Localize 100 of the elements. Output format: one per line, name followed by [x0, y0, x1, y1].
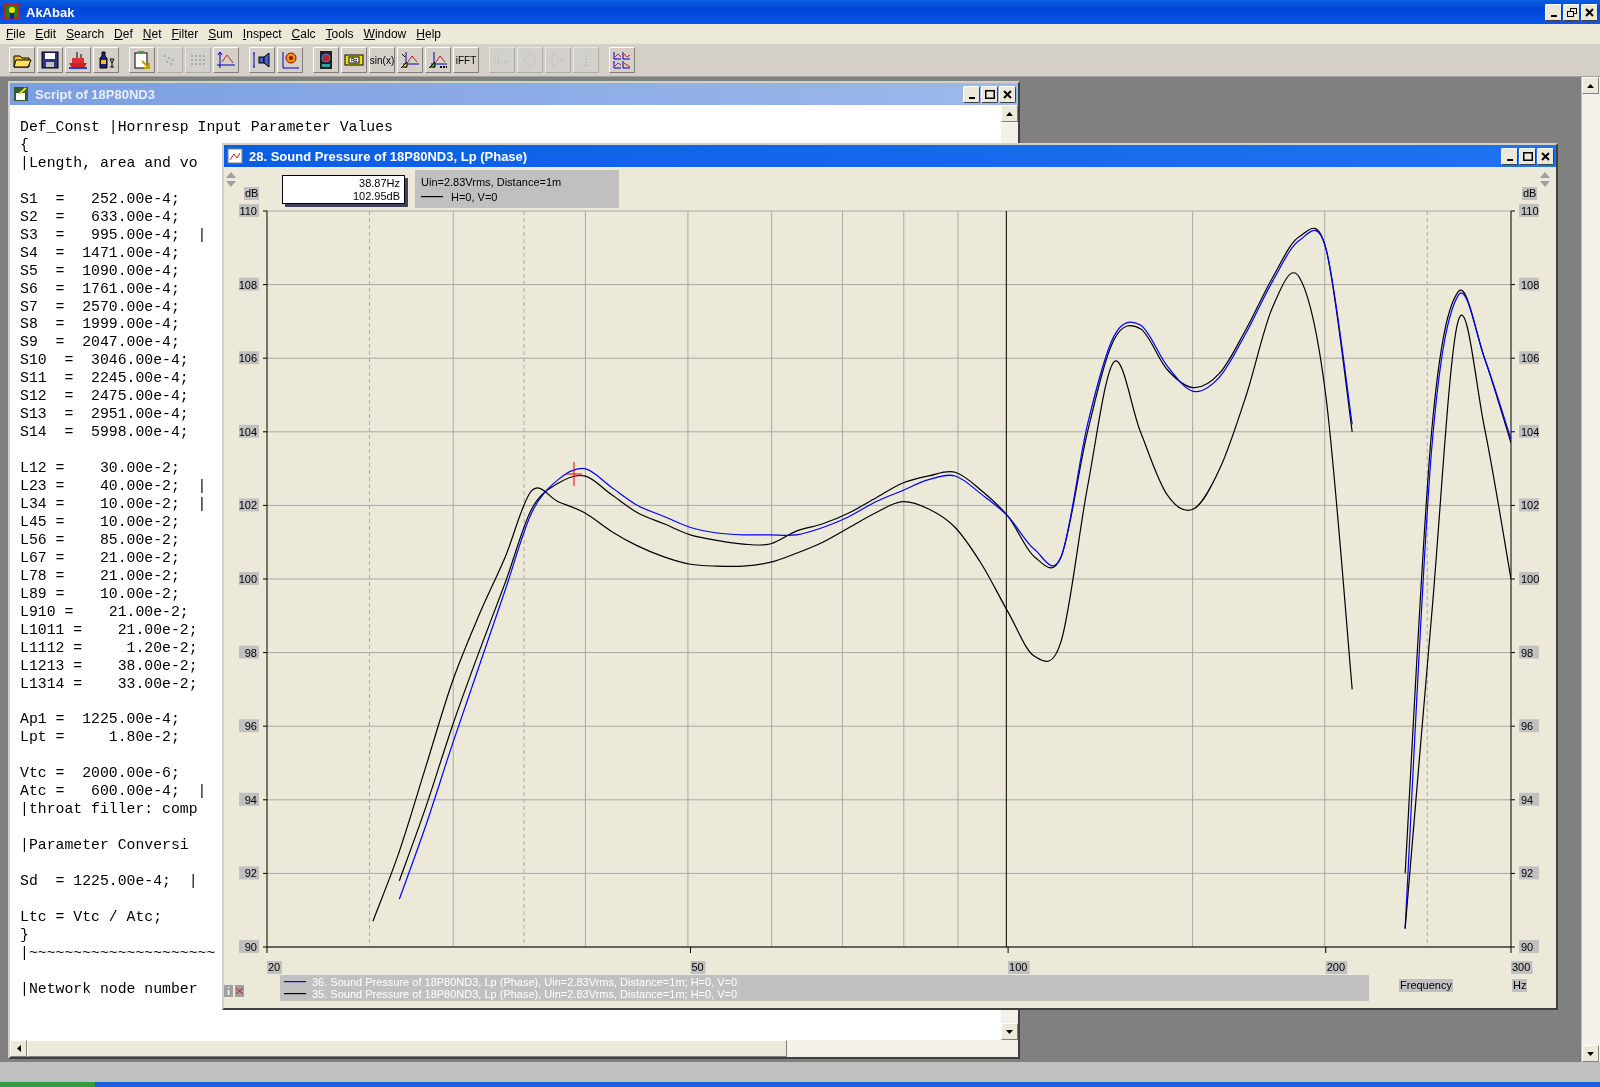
toolbar-button[interactable]: iFFT	[453, 47, 479, 73]
axis-unit: dB	[1522, 187, 1538, 200]
code-line: Lpt = 1.80e-2;	[20, 729, 180, 748]
axis-tick-label: 20	[267, 961, 282, 974]
toolbar-button[interactable]	[277, 47, 303, 73]
toolbar-button[interactable]	[397, 47, 423, 73]
code-line: Def_Const |Hornresp Input Parameter Values	[20, 119, 393, 137]
code-line: L1112 = 1.20e-2;	[20, 639, 198, 658]
minimize-button[interactable]	[963, 85, 980, 103]
code-line: L1314 = 33.00e-2;	[20, 675, 198, 694]
axis-tick-label: 98	[1519, 645, 1539, 659]
code-line: L23 = 40.00e-2; |	[20, 478, 207, 496]
axis-tick-label: 96	[1519, 719, 1539, 733]
menu-item[interactable]: Calc	[286, 25, 321, 43]
chart-arrow-icon	[428, 50, 448, 70]
scrollbar-thumb[interactable]	[27, 1040, 787, 1057]
restore-icon	[1566, 7, 1577, 17]
axis-tick-label: 100	[1519, 572, 1540, 585]
y-tick-label: 98	[244, 646, 257, 659]
y-tick-label: 92	[244, 867, 257, 880]
toolbar-button[interactable]	[37, 47, 63, 73]
start-button[interactable]	[0, 1082, 95, 1087]
toolbar-button[interactable]	[65, 47, 91, 73]
code-line: L89 = 10.00e-2;	[20, 585, 180, 604]
code-line: S6 = 1761.00e-4;	[20, 280, 180, 299]
code-line: |~~~~~~~~~~~~~~~~~~~~~	[20, 944, 216, 963]
legend-label: H=0, V=0	[451, 190, 498, 203]
maximize-button[interactable]	[981, 85, 998, 103]
restore-button[interactable]	[1563, 3, 1580, 21]
axis-title: Frequency	[1399, 979, 1453, 992]
code-line: S5 = 1090.00e-4;	[20, 262, 180, 281]
code-line: L78 = 21.00e-2;	[20, 567, 180, 586]
toolbar-button[interactable]: sin(x)	[369, 47, 395, 73]
axis-tick-label: 106	[238, 351, 259, 365]
toolbar-button[interactable]	[93, 47, 119, 73]
ship-icon	[68, 50, 88, 70]
code-line: L1213 = 38.00e-2;	[20, 657, 198, 676]
close-icon	[1003, 89, 1012, 99]
toolbar-button[interactable]	[313, 47, 339, 73]
code-line: S11 = 2245.00e-4;	[20, 370, 189, 389]
code-line: S10 = 3046.00e-4;	[20, 352, 189, 371]
window-title: Script of 18P80ND3	[35, 86, 156, 102]
axis-tick-label: 108	[1519, 277, 1540, 291]
toolbar-button[interactable]	[609, 47, 635, 73]
code-line: S9 = 2047.00e-4;	[20, 334, 180, 353]
minimize-button[interactable]	[1545, 3, 1562, 21]
menu-item[interactable]: Window	[358, 25, 412, 43]
maximize-button[interactable]	[1519, 147, 1536, 165]
close-icon	[1541, 151, 1550, 161]
info-icon[interactable]	[224, 985, 233, 997]
axis-tick-label: 102	[1519, 498, 1540, 512]
legend-label: 35. Sound Pressure of 18P80ND3, Lp (Phase), Uin=2.83Vrms, Distance=1m; H=0, V=0	[312, 988, 738, 1001]
menu-item[interactable]: Net	[137, 25, 167, 43]
minimize-button[interactable]	[1501, 147, 1518, 165]
chart-arrow-icon	[400, 50, 420, 70]
menu-item[interactable]: File	[1, 25, 31, 43]
close-button[interactable]	[1537, 147, 1554, 165]
axis-tick-label: 94	[239, 792, 259, 806]
menu-item[interactable]: Edit	[30, 25, 62, 43]
code-line: S3 = 995.00e-4; |	[20, 226, 207, 245]
scroll-down-button[interactable]	[1582, 1045, 1599, 1062]
code-line: }	[20, 926, 29, 945]
axis-tick-label: 90	[239, 940, 259, 953]
menu-item[interactable]: Sum	[203, 25, 238, 43]
info-text: Uin=2.83Vrms, Distance=1m	[421, 175, 563, 188]
code-line: S7 = 2570.00e-4;	[20, 298, 180, 317]
menu-item[interactable]: Inspect	[237, 25, 287, 43]
toolbar-button[interactable]	[9, 47, 35, 73]
code-line: L1011 = 21.00e-2;	[20, 621, 198, 640]
menu-item[interactable]: Tools	[320, 25, 359, 43]
menu-item[interactable]: Search	[61, 25, 110, 43]
script-icon	[13, 86, 29, 102]
scroll-up-button[interactable]	[1582, 77, 1599, 94]
code-line: S8 = 1999.00e-4;	[20, 316, 180, 335]
axis-tick-label: 110	[239, 204, 259, 217]
code-line: |Length, area and vo	[20, 154, 198, 173]
scroll-down-button[interactable]	[1001, 1023, 1018, 1040]
close-button[interactable]	[999, 85, 1016, 103]
menu-item[interactable]: Def	[109, 25, 138, 43]
menu-item[interactable]: Help	[411, 25, 446, 43]
code-line: {	[20, 136, 29, 155]
menu-item[interactable]: Filter	[166, 25, 204, 43]
scroll-up-button[interactable]	[1001, 105, 1018, 122]
maximize-icon	[984, 89, 995, 99]
toolbar-button[interactable]	[249, 47, 275, 73]
code-line: Atc = 600.00e-4; |	[20, 783, 207, 802]
axis-tick-label: 96	[239, 719, 259, 733]
cursor-crosshair	[565, 461, 583, 487]
code-line: L45 = 10.00e-2;	[20, 513, 180, 532]
code-line: Vtc = 2000.00e-6;	[20, 765, 180, 784]
up-arrow-icon	[1006, 111, 1013, 116]
chart-icon	[227, 148, 243, 164]
window-title: 28. Sound Pressure of 18P80ND3, Lp (Phase)	[249, 148, 529, 164]
toolbar-button[interactable]	[425, 47, 451, 73]
axis-tick-label: 200	[1325, 961, 1348, 974]
axis-tick-label: 104	[1519, 424, 1540, 438]
scroll-left-button[interactable]	[10, 1040, 27, 1057]
close-button[interactable]	[1581, 3, 1598, 21]
toolbar-button[interactable]	[341, 47, 367, 73]
multi-chart-icon	[612, 50, 632, 70]
